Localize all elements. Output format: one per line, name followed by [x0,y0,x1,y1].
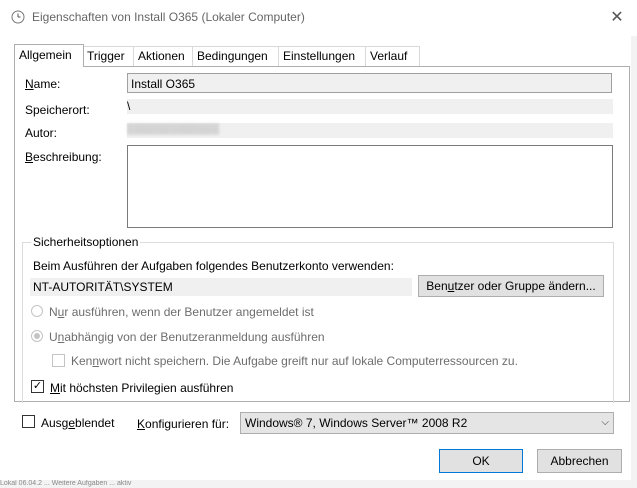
run-logged-on-pre: N [49,305,58,319]
tab-label: Einstellungen [283,49,356,63]
tab-bedingungen[interactable]: Bedingungen [192,46,281,66]
title-bar: Eigenschaften von Install O365 (Lokaler … [0,0,637,36]
highest-privileges-rest: it höchsten Privilegien ausführen [60,381,234,395]
change-user-label-post: tzer oder Gruppe ändern... [454,279,596,293]
name-label-accel: N [25,77,34,91]
no-password-post: wort nicht speichern. Die Aufgabe greift… [99,354,518,368]
tab-label: Aktionen [138,49,185,63]
location-label: Speicherort: [25,103,90,117]
tab-label: Verlauf [370,49,408,63]
description-label-rest: eschreibung: [33,150,102,164]
tab-einstellungen[interactable]: Einstellungen [278,46,368,66]
run-independent-label: Unabhängig von der Benutzeranmeldung aus… [49,330,325,344]
change-user-button[interactable]: Ben u tzer oder Gruppe ändern... [418,275,604,297]
highest-privileges-label: Mit höchsten Privilegien ausführen [50,381,233,395]
background-text: Lokal 06.04.2 ... Weitere Aufgaben ... a… [0,480,132,487]
close-button[interactable]: ✕ [598,2,636,32]
account-prompt: Beim Ausführen der Aufgaben folgendes Be… [33,259,394,273]
configure-select[interactable]: Windows® 7, Windows Server™ 2008 R2 ⌵ [240,412,614,434]
highest-privileges-accel: M [50,381,60,395]
description-label-accel: B [25,150,34,164]
change-user-label-accel: u [447,279,455,293]
configure-rest: onfigurieren für: [145,417,230,431]
change-user-label-pre: Ben [426,279,448,293]
tab-trigger[interactable]: Trigger [82,46,136,66]
ok-button[interactable]: OK [439,449,523,473]
run-logged-on-post: r ausführen, wenn der Benutzer angemelde… [64,305,314,319]
no-password-label: Kennwort nicht speichern. Die Aufgabe gr… [71,354,518,368]
checkbox-highest-privileges[interactable]: ✓ [31,380,44,393]
configure-accel: K [137,417,146,431]
location-field[interactable]: \ [127,99,613,114]
run-only-logged-on-label: Nur ausführen, wenn der Benutzer angemel… [49,305,314,319]
radio-run-only-logged-on[interactable] [31,305,43,317]
run-independent-pre: U [49,330,58,344]
configure-value: Windows® 7, Windows Server™ 2008 R2 [245,416,468,430]
tab-aktionen[interactable]: Aktionen [133,46,196,66]
author-field[interactable]: ▒▒▒▒▒▒▒▒▒▒▒▒▒ [127,123,613,138]
description-textarea[interactable] [127,145,613,228]
tab-label: Allgemein [19,48,72,62]
configure-label: Konfigurieren für: [137,417,229,431]
checkmark-icon: ✓ [32,380,43,392]
background-window-edge [631,36,637,488]
cancel-button[interactable]: Abbrechen [537,449,622,473]
name-field[interactable]: Install O365 [127,73,612,93]
author-value: ▒▒▒▒▒▒▒▒▒▒▒▒▒ [127,124,220,135]
description-label: Beschreibung: [25,150,102,164]
tab-label: Trigger [87,49,125,63]
radio-run-independent[interactable] [31,330,43,342]
account-field: NT-AUTORITÄT\SYSTEM [30,278,412,296]
author-label: Autor: [25,126,58,140]
checkbox-no-password[interactable] [52,354,65,367]
location-value: \ [127,99,131,113]
chevron-down-icon: ⌵ [601,417,609,428]
checkbox-hidden[interactable] [22,415,35,428]
security-options-legend: Sicherheitsoptionen [31,235,141,249]
tab-allgemein[interactable]: Allgemein [14,44,84,67]
task-clock-icon [11,10,25,24]
hidden-pre: Ausg [41,416,69,430]
hidden-post: blendet [75,416,115,430]
name-label-rest: ame: [33,77,61,91]
no-password-pre: Ken [71,354,93,368]
window-title: Eigenschaften von Install O365 (Lokaler … [32,10,305,24]
tab-label: Bedingungen [197,49,268,63]
run-independent-post: abhängig von der Benutzeranmeldung ausfü… [64,330,325,344]
close-icon: ✕ [610,9,624,26]
background-window-strip: Lokal 06.04.2 ... Weitere Aufgaben ... a… [0,480,637,488]
tab-verlauf[interactable]: Verlauf [365,46,420,66]
name-label: Name: [25,77,60,91]
hidden-label: Ausgeblendet [41,416,114,430]
